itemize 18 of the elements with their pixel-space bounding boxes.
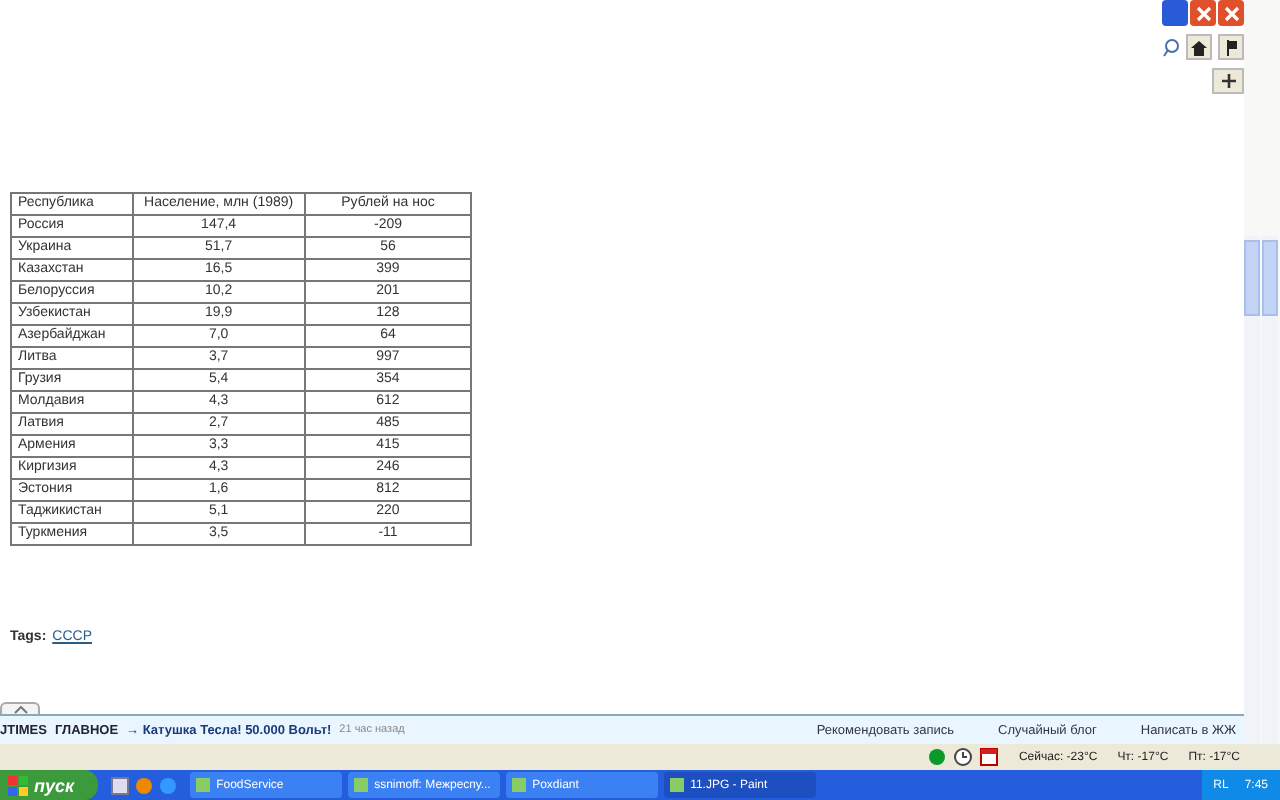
calendar-icon [980,748,999,766]
windows-logo-icon [8,775,28,795]
search-icon[interactable] [1162,37,1180,57]
flag-icon [1225,39,1237,55]
status-dot-icon [928,748,947,766]
add-button[interactable] [1212,68,1244,94]
flag-button[interactable] [1218,34,1244,60]
close-button[interactable] [1218,0,1244,26]
start-button[interactable]: пуск [0,770,99,800]
browser-icon[interactable] [134,775,155,795]
close-button[interactable] [1190,0,1216,26]
scrollbar[interactable] [1244,236,1260,744]
clock-icon [954,748,973,766]
desktop-icon[interactable] [110,775,131,795]
chevron-up-icon [13,706,27,714]
plus-icon [1221,74,1235,88]
scrollbar[interactable] [1262,236,1278,744]
home-button[interactable] [1186,34,1212,60]
